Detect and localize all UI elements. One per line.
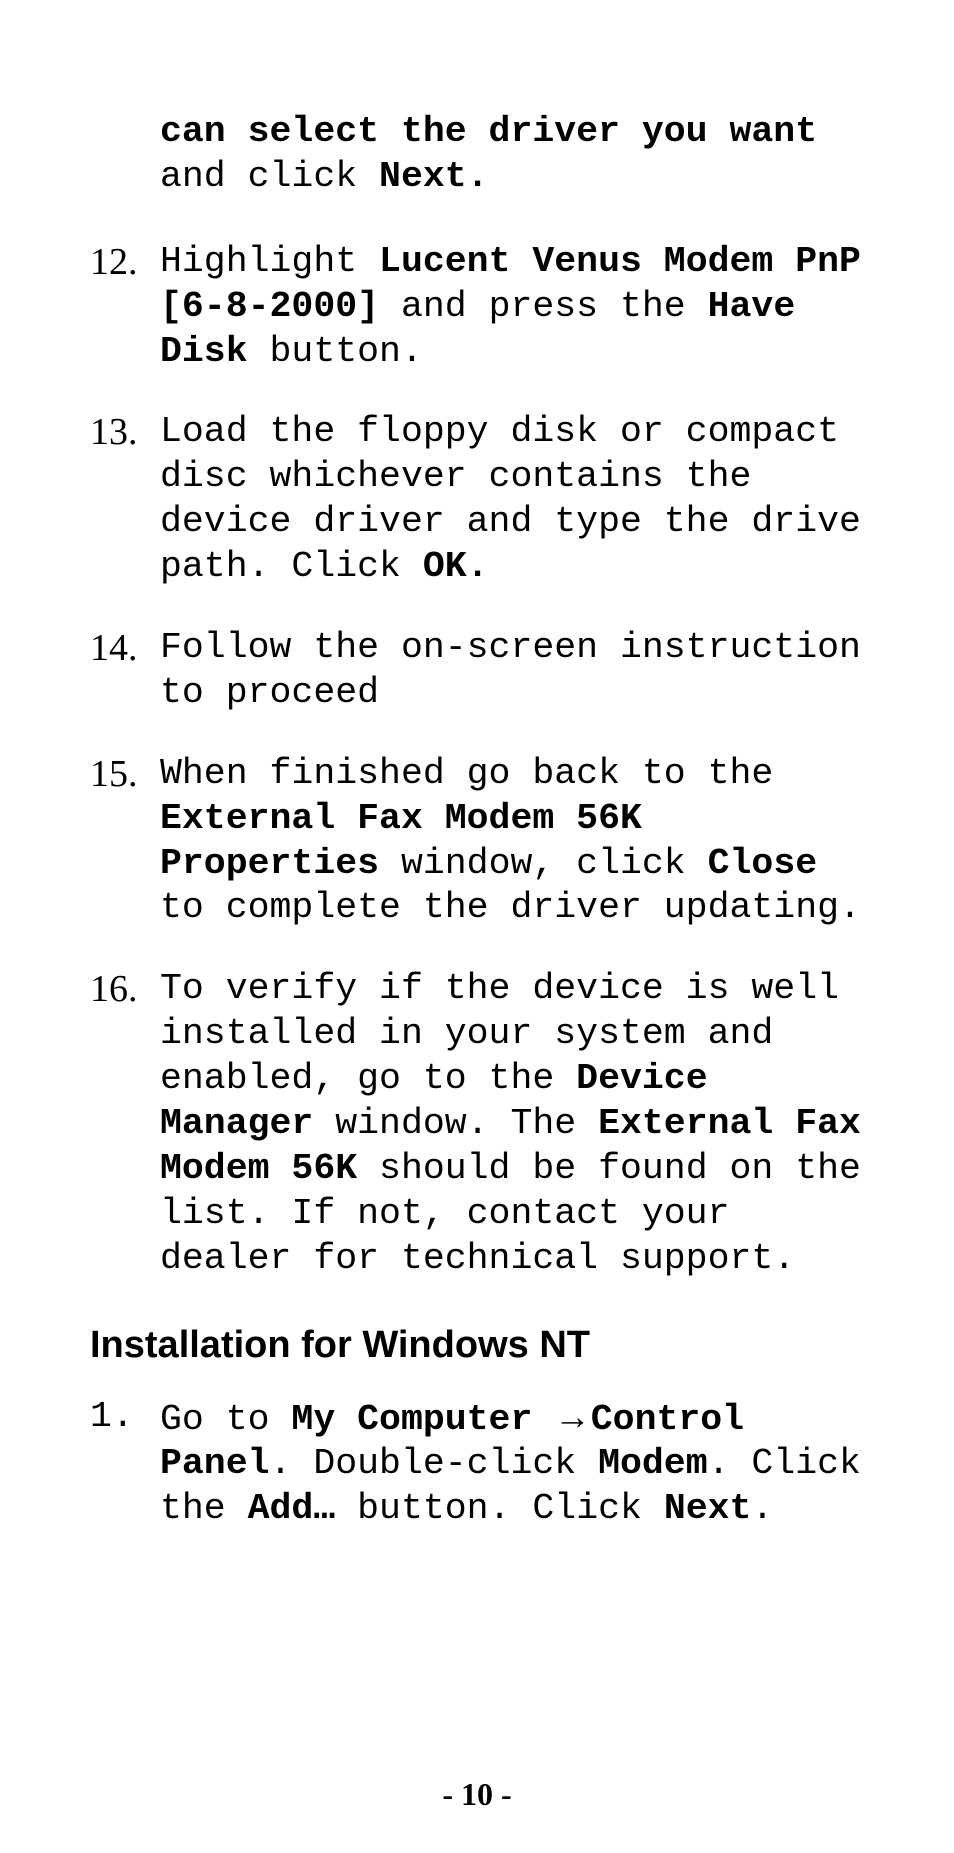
item-text: To verify if the device is well installe… <box>160 967 864 1281</box>
item-text: Follow the on-screen instruction to proc… <box>160 626 864 716</box>
item-text: When finished go back to the External Fa… <box>160 752 864 932</box>
text-run: to complete the driver updating. <box>160 887 861 928</box>
text-run: Go to <box>160 1399 291 1440</box>
item-number: 13. <box>90 410 160 455</box>
text-run: Load the floppy disk or compact disc whi… <box>160 411 861 587</box>
text-run: . Double-click <box>270 1443 599 1484</box>
text-run: To verify if the device is well installe… <box>160 968 839 1099</box>
text-run: and press the <box>379 286 708 327</box>
text-run: When finished go back to the <box>160 753 773 794</box>
bold-text-run: Next. <box>379 156 489 197</box>
arrow-icon: → <box>554 1396 591 1437</box>
instruction-list-nt: 1.Go to My Computer →Control Panel. Doub… <box>90 1395 864 1533</box>
item-text: Go to My Computer →Control Panel. Double… <box>160 1395 864 1533</box>
item-number: 12. <box>90 240 160 285</box>
text-run: Follow the on-screen instruction to proc… <box>160 627 861 713</box>
text-run: button. Click <box>335 1488 664 1529</box>
section-heading-nt: Installation for Windows NT <box>90 1324 864 1367</box>
bold-text-run: Close <box>708 843 818 884</box>
item-text: Highlight Lucent Venus Modem PnP [6-8-20… <box>160 240 864 375</box>
instruction-item: 12.Highlight Lucent Venus Modem PnP [6-8… <box>90 240 864 375</box>
text-run: Highlight <box>160 241 379 282</box>
text-run: and click <box>160 156 379 197</box>
bold-text-run: Next <box>664 1488 752 1529</box>
bold-text-run: My Computer <box>291 1399 554 1440</box>
item-number: 14. <box>90 626 160 671</box>
instruction-item: 16.To verify if the device is well insta… <box>90 967 864 1281</box>
item-number: 15. <box>90 752 160 797</box>
instruction-list-top: 12.Highlight Lucent Venus Modem PnP [6-8… <box>90 240 864 1282</box>
document-page: can select the driver you want and click… <box>0 0 954 1853</box>
item-text: Load the floppy disk or compact disc whi… <box>160 410 864 590</box>
item-number: 16. <box>90 967 160 1012</box>
text-run: button. <box>248 331 423 372</box>
instruction-item: 1.Go to My Computer →Control Panel. Doub… <box>90 1395 864 1533</box>
continued-paragraph: can select the driver you want and click… <box>160 110 864 200</box>
page-number: - 10 - <box>0 1776 954 1813</box>
bold-text-run: Add… <box>248 1488 336 1529</box>
bold-text-run: OK. <box>423 546 489 587</box>
text-run: window, click <box>379 843 708 884</box>
bold-text-run: can select the driver you want <box>160 111 817 152</box>
instruction-item: 15.When finished go back to the External… <box>90 752 864 932</box>
bold-text-run: Modem <box>598 1443 708 1484</box>
text-run: window. The <box>313 1103 598 1144</box>
instruction-item: 14.Follow the on-screen instruction to p… <box>90 626 864 716</box>
text-run: . <box>751 1488 773 1529</box>
instruction-item: 13.Load the floppy disk or compact disc … <box>90 410 864 590</box>
item-number: 1. <box>90 1395 160 1438</box>
